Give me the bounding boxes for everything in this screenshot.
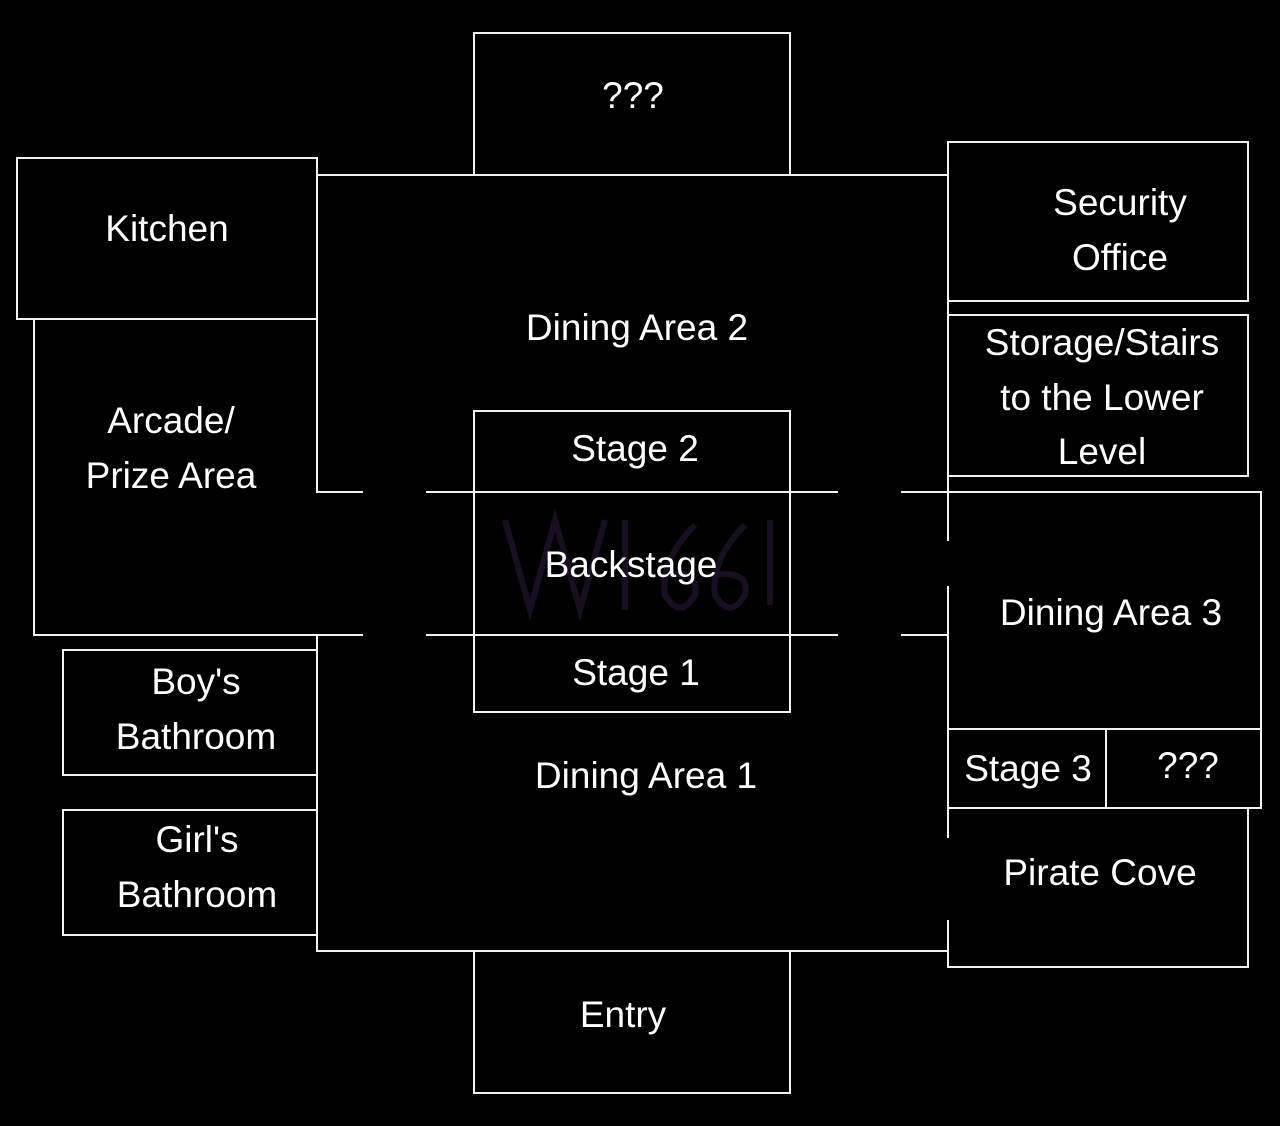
label-security-office-2: Office (1072, 237, 1168, 278)
label-stage-3: Stage 3 (964, 748, 1092, 789)
label-pirate-cove: Pirate Cove (1003, 852, 1196, 893)
label-dining-area-3: Dining Area 3 (1000, 592, 1222, 633)
label-entry: Entry (580, 994, 667, 1035)
label-storage-3: Level (1058, 431, 1146, 472)
label-arcade-2: Prize Area (86, 455, 257, 496)
label-stage-2: Stage 2 (571, 428, 699, 469)
label-backstage: Backstage (545, 544, 718, 585)
label-unknown-right: ??? (1157, 745, 1219, 786)
floor-map: ??? Kitchen Dining Area 2 Security Offic… (16, 32, 1262, 1094)
label-dining-area-2: Dining Area 2 (526, 307, 748, 348)
label-storage-1: Storage/Stairs (985, 322, 1219, 363)
label-security-office-1: Security (1053, 182, 1187, 223)
label-boys-bathroom-2: Bathroom (116, 716, 276, 757)
room-labels: ??? Kitchen Dining Area 2 Security Offic… (86, 75, 1222, 1035)
label-girls-bathroom-1: Girl's (155, 819, 238, 860)
label-stage-1: Stage 1 (572, 652, 700, 693)
label-arcade-1: Arcade/ (107, 400, 235, 441)
label-dining-area-1: Dining Area 1 (535, 755, 757, 796)
label-unknown-top: ??? (602, 75, 664, 116)
label-storage-2: to the Lower (1000, 377, 1204, 418)
label-girls-bathroom-2: Bathroom (117, 874, 277, 915)
label-boys-bathroom-1: Boy's (151, 661, 240, 702)
label-kitchen: Kitchen (105, 208, 228, 249)
